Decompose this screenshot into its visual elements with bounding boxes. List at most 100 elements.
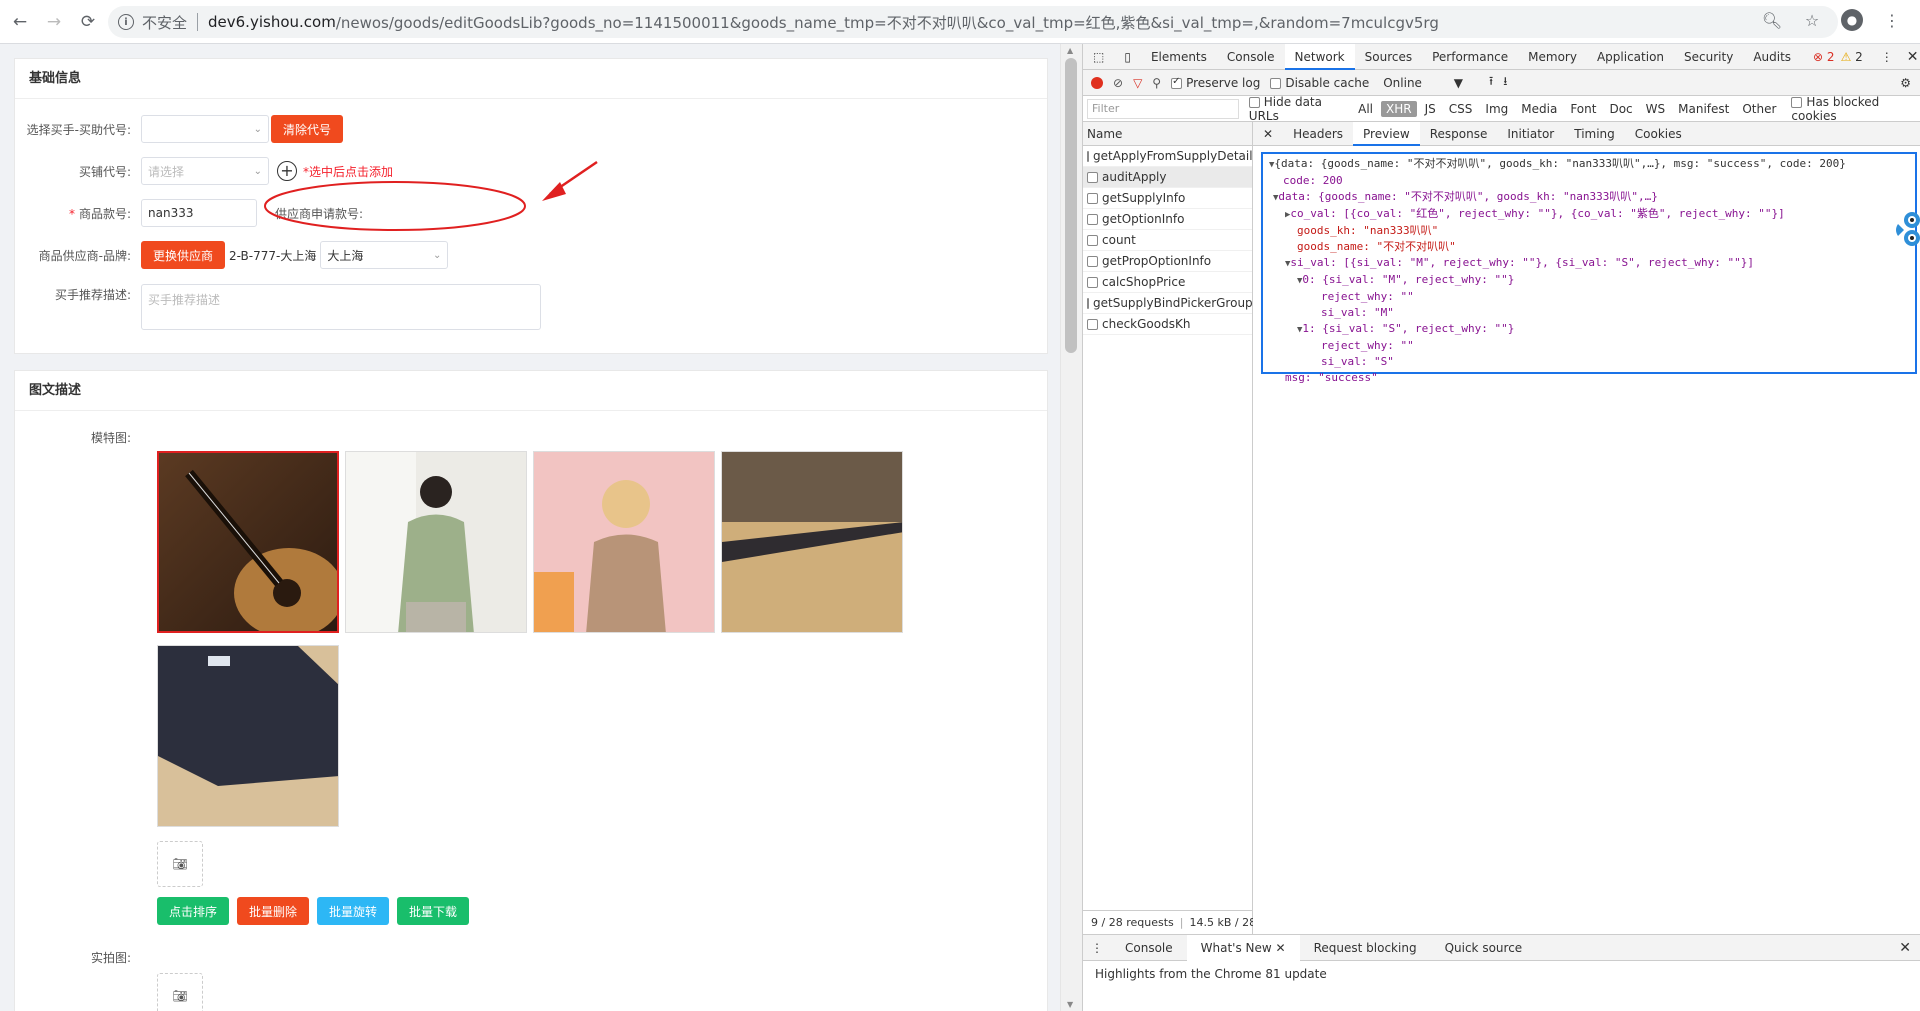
devtools-menu-icon[interactable]: ⋮ xyxy=(1881,50,1893,64)
page-scrollbar[interactable]: ▲ ▼ xyxy=(1060,44,1082,1011)
zoom-icon[interactable]: 🔍︎ xyxy=(1758,6,1786,34)
type-doc[interactable]: Doc xyxy=(1604,101,1637,117)
preview-line[interactable]: ▼data: {goods_name: "不对不对叭叭", goods_kh: … xyxy=(1269,189,1909,206)
type-img[interactable]: Img xyxy=(1480,101,1513,117)
name-column-header[interactable]: Name xyxy=(1083,122,1252,146)
tab-headers[interactable]: Headers xyxy=(1283,122,1353,146)
request-item[interactable]: auditApply xyxy=(1083,167,1252,188)
request-item[interactable]: checkGoodsKh xyxy=(1083,314,1252,335)
search-icon[interactable]: ⚲ xyxy=(1152,76,1161,90)
drawer-tab-request-blocking[interactable]: Request blocking xyxy=(1300,941,1431,955)
request-item[interactable]: getApplyFromSupplyDetail xyxy=(1083,146,1252,167)
tab-response[interactable]: Response xyxy=(1420,122,1498,146)
info-icon[interactable]: i xyxy=(118,14,134,30)
preserve-log-checkbox[interactable]: Preserve log xyxy=(1171,76,1260,90)
scrollbar-thumb[interactable] xyxy=(1065,58,1077,353)
close-detail-icon[interactable]: ✕ xyxy=(1253,122,1283,146)
request-item[interactable]: getPropOptionInfo xyxy=(1083,251,1252,272)
model-image-green-dress[interactable] xyxy=(345,451,527,633)
tab-audits[interactable]: Audits xyxy=(1743,44,1801,70)
type-font[interactable]: Font xyxy=(1565,101,1601,117)
tab-initiator[interactable]: Initiator xyxy=(1497,122,1564,146)
type-js[interactable]: JS xyxy=(1420,101,1441,117)
preview-line[interactable]: ▼0: {si_val: "M", reject_why: ""} xyxy=(1269,272,1909,289)
type-all[interactable]: All xyxy=(1353,101,1378,117)
request-item[interactable]: getOptionInfo xyxy=(1083,209,1252,230)
star-icon[interactable]: ☆ xyxy=(1798,6,1826,34)
filter-input[interactable]: Filter xyxy=(1087,98,1239,119)
type-xhr[interactable]: XHR xyxy=(1381,100,1417,117)
drawer-menu-icon[interactable]: ⋮ xyxy=(1083,941,1111,955)
tab-cookies[interactable]: Cookies xyxy=(1625,122,1692,146)
real-upload-box[interactable]: 📷︎ xyxy=(157,973,203,1011)
import-icon[interactable]: ⭱ xyxy=(1489,72,1493,93)
forward-icon[interactable]: → xyxy=(40,8,68,36)
drawer-tab-console[interactable]: Console xyxy=(1111,941,1187,955)
tab-memory[interactable]: Memory xyxy=(1518,44,1587,70)
back-icon[interactable]: ← xyxy=(6,8,34,36)
model-image-laptop[interactable] xyxy=(157,645,339,827)
type-ws[interactable]: WS xyxy=(1641,101,1670,117)
model-image-pink-blonde[interactable] xyxy=(533,451,715,633)
reload-icon[interactable]: ⟳ xyxy=(74,8,102,36)
shop-code-select[interactable]: 请选择 ⌄ xyxy=(141,157,269,185)
type-other[interactable]: Other xyxy=(1737,101,1781,117)
batch-delete-button[interactable]: 批量删除 xyxy=(237,897,310,925)
type-css[interactable]: CSS xyxy=(1444,101,1478,117)
record-icon[interactable] xyxy=(1091,76,1103,89)
preview-line[interactable]: ▶co_val: [{co_val: "红色", reject_why: ""}… xyxy=(1269,206,1909,223)
network-settings-icon[interactable]: ⚙ xyxy=(1900,76,1911,90)
model-image-table[interactable] xyxy=(721,451,903,633)
request-item[interactable]: count xyxy=(1083,230,1252,251)
error-count[interactable]: ⊗ 2 xyxy=(1813,50,1835,64)
throttle-select[interactable]: Online ▼ xyxy=(1383,76,1463,90)
goods-no-input[interactable]: nan333 xyxy=(141,199,257,227)
warning-count[interactable]: ⚠ 2 xyxy=(1841,50,1863,64)
change-supplier-button[interactable]: 更换供应商 xyxy=(141,241,226,269)
address-bar[interactable]: i 不安全 dev6.yishou.com/newos/goods/editGo… xyxy=(108,6,1838,38)
extension-floating-icon[interactable] xyxy=(1890,210,1920,250)
request-item[interactable]: getSupplyInfo xyxy=(1083,188,1252,209)
sort-button[interactable]: 点击排序 xyxy=(157,897,230,925)
tab-console[interactable]: Console xyxy=(1217,44,1285,70)
recommend-textarea[interactable]: 买手推荐描述 xyxy=(141,284,541,330)
tab-elements[interactable]: Elements xyxy=(1141,44,1217,70)
menu-icon[interactable]: ⋮ xyxy=(1878,6,1906,34)
model-upload-box[interactable]: 📷︎ xyxy=(157,841,203,887)
hide-data-urls-checkbox[interactable]: Hide data URLs xyxy=(1248,95,1350,123)
preview-line[interactable]: ▼si_val: [{si_val: "M", reject_why: ""},… xyxy=(1269,255,1909,272)
clear-code-button[interactable]: 清除代号 xyxy=(271,115,344,143)
close-devtools-icon[interactable]: ✕ xyxy=(1907,49,1919,65)
device-icon[interactable]: ▯ xyxy=(1114,44,1141,70)
profile-icon[interactable]: ● xyxy=(1838,6,1866,34)
request-item[interactable]: getSupplyBindPickerGroup xyxy=(1083,293,1252,314)
tab-network[interactable]: Network xyxy=(1284,43,1355,70)
disable-cache-checkbox[interactable]: Disable cache xyxy=(1270,76,1369,90)
type-manifest[interactable]: Manifest xyxy=(1673,101,1734,117)
preview-line[interactable]: ▼1: {si_val: "S", reject_why: ""} xyxy=(1269,321,1909,338)
close-tab-icon[interactable]: ✕ xyxy=(1276,941,1286,955)
close-drawer-icon[interactable]: ✕ xyxy=(1899,940,1911,956)
inspect-icon[interactable]: ⬚ xyxy=(1083,44,1114,70)
export-icon[interactable]: ⭳ xyxy=(1503,72,1507,93)
type-media[interactable]: Media xyxy=(1516,101,1562,117)
tab-sources[interactable]: Sources xyxy=(1355,44,1422,70)
drawer-tab-whats-new[interactable]: What's New ✕ xyxy=(1186,934,1300,961)
batch-download-button[interactable]: 批量下载 xyxy=(397,897,470,925)
tab-preview[interactable]: Preview xyxy=(1353,121,1420,146)
tab-performance[interactable]: Performance xyxy=(1422,44,1518,70)
has-blocked-checkbox[interactable]: Has blocked cookies xyxy=(1791,95,1920,123)
tab-timing[interactable]: Timing xyxy=(1564,122,1625,146)
scroll-up-icon[interactable]: ▲ xyxy=(1067,46,1073,55)
drawer-tab-quick-source[interactable]: Quick source xyxy=(1431,941,1537,955)
request-item[interactable]: calcShopPrice xyxy=(1083,272,1252,293)
model-image-guitar[interactable] xyxy=(157,451,339,633)
preview-line[interactable]: ▼{data: {goods_name: "不对不对叭叭", goods_kh:… xyxy=(1269,156,1909,173)
scroll-down-icon[interactable]: ▼ xyxy=(1067,1000,1073,1009)
filter-icon[interactable]: ▽ xyxy=(1133,76,1142,90)
buyer-select[interactable]: ⌄ xyxy=(141,115,269,143)
batch-rotate-button[interactable]: 批量旋转 xyxy=(317,897,390,925)
clear-icon[interactable]: ⊘ xyxy=(1113,76,1123,90)
tab-security[interactable]: Security xyxy=(1674,44,1743,70)
tab-application[interactable]: Application xyxy=(1587,44,1674,70)
